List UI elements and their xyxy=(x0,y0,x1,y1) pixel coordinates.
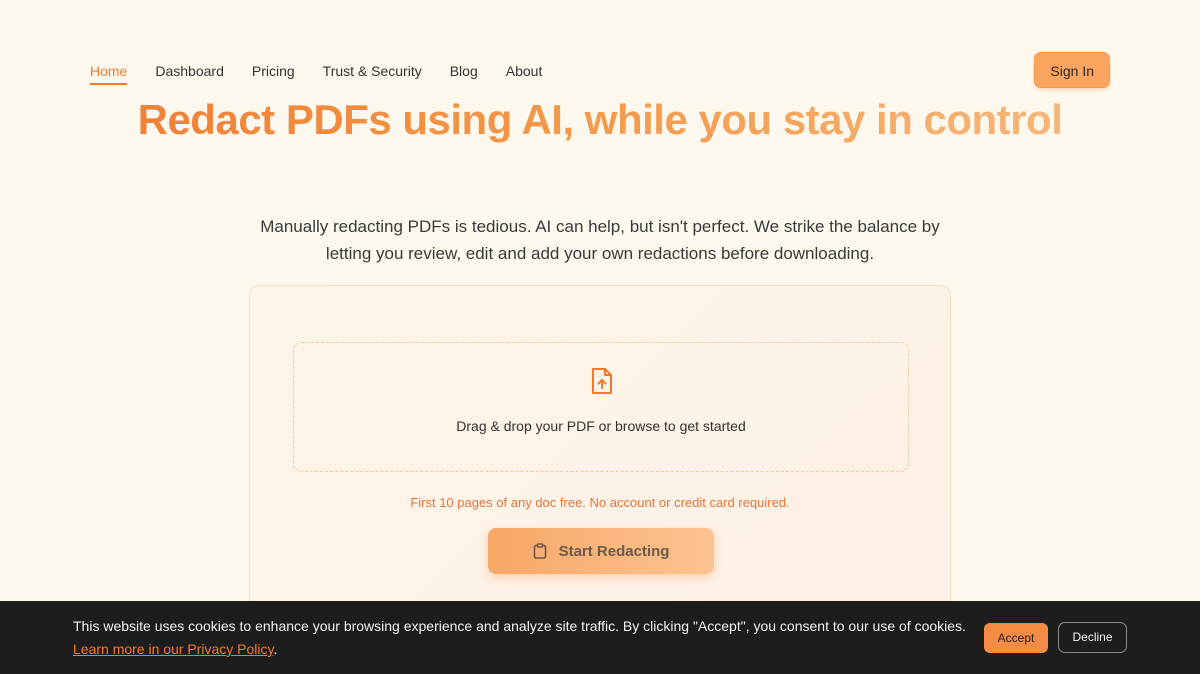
sign-in-button[interactable]: Sign In xyxy=(1034,52,1110,88)
file-upload-icon xyxy=(592,368,612,394)
nav-home[interactable]: Home xyxy=(90,53,128,87)
dropzone-text: Drag & drop your PDF or browse to get st… xyxy=(456,418,746,434)
hero-title: Redact PDFs using AI, while you stay in … xyxy=(0,96,1200,144)
nav-links: Home Dashboard Pricing Trust & Security … xyxy=(90,53,570,87)
pdf-dropzone[interactable]: Drag & drop your PDF or browse to get st… xyxy=(293,342,909,472)
nav-pricing[interactable]: Pricing xyxy=(252,53,295,87)
cookie-text: This website uses cookies to enhance you… xyxy=(73,618,966,634)
cookie-trailing: . xyxy=(273,641,278,657)
accept-cookies-button[interactable]: Accept xyxy=(984,623,1048,653)
upload-card: Drag & drop your PDF or browse to get st… xyxy=(249,285,951,625)
nav-blog[interactable]: Blog xyxy=(450,53,478,87)
cookie-message: This website uses cookies to enhance you… xyxy=(73,615,973,661)
top-nav: Home Dashboard Pricing Trust & Security … xyxy=(90,52,1110,88)
clipboard-icon xyxy=(533,543,546,559)
cookie-banner: This website uses cookies to enhance you… xyxy=(0,601,1200,674)
nav-trust-security[interactable]: Trust & Security xyxy=(323,53,422,87)
nav-about[interactable]: About xyxy=(506,53,543,87)
free-pages-note: First 10 pages of any doc free. No accou… xyxy=(410,495,790,510)
start-redacting-label: Start Redacting xyxy=(558,542,670,560)
privacy-policy-link[interactable]: Learn more in our Privacy Policy xyxy=(73,641,273,657)
start-redacting-button[interactable]: Start Redacting xyxy=(488,528,714,574)
hero-subtitle: Manually redacting PDFs is tedious. AI c… xyxy=(260,217,940,263)
decline-cookies-button[interactable]: Decline xyxy=(1058,622,1127,653)
nav-dashboard[interactable]: Dashboard xyxy=(155,53,224,87)
